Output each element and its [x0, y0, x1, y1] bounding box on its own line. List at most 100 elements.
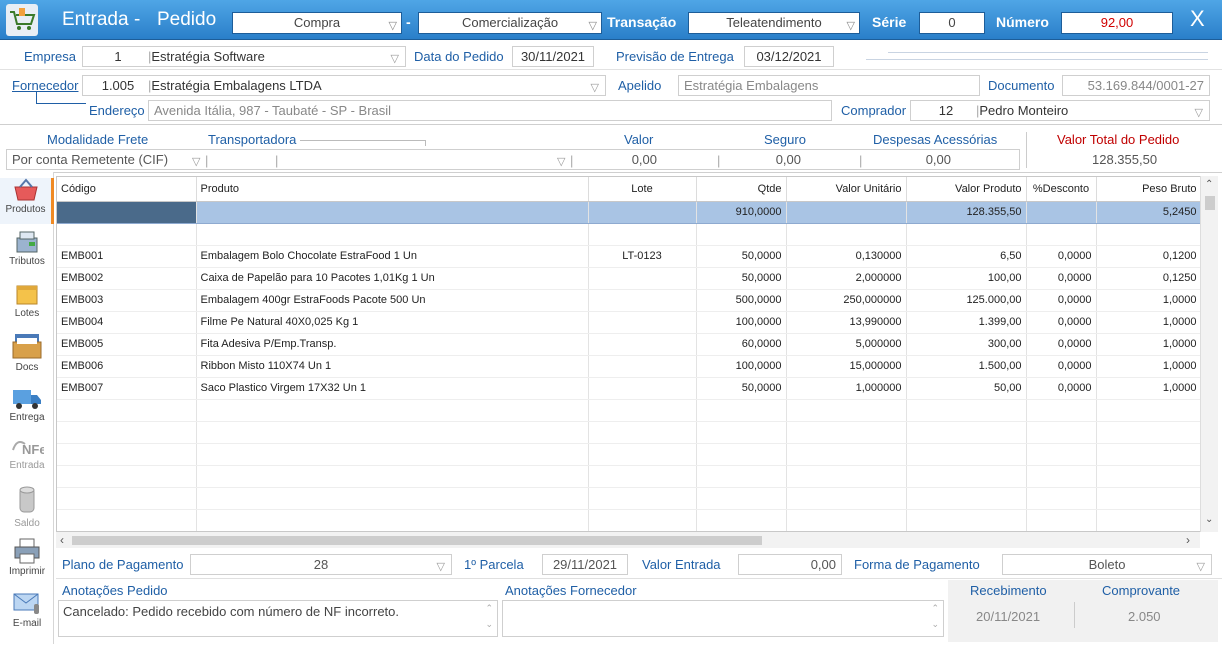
table-cell[interactable]: 1,0000: [1096, 377, 1202, 400]
column-header[interactable]: Código: [57, 177, 197, 202]
table-cell[interactable]: 0,0000: [1026, 245, 1097, 268]
table-cell[interactable]: 50,00: [906, 377, 1027, 400]
chevron-down-icon[interactable]: ⌄: [931, 619, 939, 630]
table-cell[interactable]: [1026, 509, 1097, 531]
table-cell[interactable]: [588, 355, 697, 378]
table-cell[interactable]: EMB007: [57, 377, 197, 400]
sidebar-item-lotes[interactable]: Lotes: [0, 282, 54, 328]
table-cell[interactable]: [57, 443, 197, 466]
table-cell[interactable]: 0,130000: [786, 245, 907, 268]
chevron-up-icon[interactable]: ⌃: [485, 603, 493, 614]
table-cell[interactable]: [196, 487, 589, 510]
anotacoes-pedido-textarea[interactable]: Cancelado: Pedido recebido com número de…: [58, 600, 498, 637]
comprador-field[interactable]: 12 |Pedro Monteiro ▽: [910, 100, 1210, 121]
table-cell[interactable]: [906, 487, 1027, 510]
table-cell[interactable]: [906, 509, 1027, 531]
table-cell[interactable]: [1096, 487, 1202, 510]
table-cell[interactable]: 1,0000: [1096, 355, 1202, 378]
table-cell[interactable]: 1.500,00: [906, 355, 1027, 378]
table-cell[interactable]: LT-0123: [588, 245, 697, 268]
table-cell[interactable]: 6,50: [906, 245, 1027, 268]
frete-field-row[interactable]: Por conta Remetente (CIF) ▽ | | ▽ | 0,00…: [6, 149, 1020, 170]
table-cell[interactable]: 60,0000: [696, 333, 787, 356]
table-cell[interactable]: [588, 421, 697, 444]
empty-row[interactable]: [57, 465, 1202, 488]
table-cell[interactable]: 0,0000: [1026, 333, 1097, 356]
table-row[interactable]: EMB001 Embalagem Bolo Chocolate EstraFood…: [57, 245, 1202, 268]
parcela-field[interactable]: 29/11/2021: [542, 554, 628, 575]
table-cell[interactable]: 1,000000: [786, 377, 907, 400]
table-cell[interactable]: 13,990000: [786, 311, 907, 334]
chevron-up-icon[interactable]: ⌃: [1205, 179, 1213, 190]
table-cell[interactable]: [588, 509, 697, 531]
table-cell[interactable]: [196, 399, 589, 422]
table-cell[interactable]: [196, 421, 589, 444]
table-cell[interactable]: [696, 465, 787, 488]
sidebar-item-entrada[interactable]: NFe Entrada: [0, 436, 54, 480]
table-cell[interactable]: Embalagem Bolo Chocolate EstraFood 1 Un: [196, 245, 589, 268]
endereco-field[interactable]: Avenida Itália, 987 - Taubaté - SP - Bra…: [148, 100, 832, 121]
table-cell[interactable]: 0,0000: [1026, 377, 1097, 400]
table-cell[interactable]: [196, 509, 589, 531]
column-header[interactable]: Lote: [588, 177, 697, 202]
horizontal-scrollbar[interactable]: ‹ ›: [56, 532, 1200, 548]
table-cell[interactable]: [906, 399, 1027, 422]
chevron-up-icon[interactable]: ⌃: [931, 603, 939, 614]
table-cell[interactable]: [1026, 443, 1097, 466]
table-row[interactable]: EMB003 Embalagem 400gr EstraFoods Pacote …: [57, 289, 1202, 312]
table-row[interactable]: EMB002 Caixa de Papelão para 10 Pacotes 1…: [57, 267, 1202, 290]
table-cell[interactable]: [786, 399, 907, 422]
table-cell[interactable]: [196, 465, 589, 488]
table-row[interactable]: EMB007 Saco Plastico Virgem 17X32 Un 1 50,…: [57, 377, 1202, 400]
numero-field[interactable]: 92,00: [1061, 12, 1173, 34]
table-cell[interactable]: Filme Pe Natural 40X0,025 Kg 1: [196, 311, 589, 334]
products-grid[interactable]: Código Produto Lote Qtde Valor Unitário …: [56, 176, 1218, 532]
column-header[interactable]: Valor Produto: [906, 177, 1027, 202]
sidebar-item-saldo[interactable]: Saldo: [0, 484, 54, 534]
table-cell[interactable]: [196, 443, 589, 466]
transacao-select[interactable]: Teleatendimento ▽: [688, 12, 860, 34]
table-cell[interactable]: Ribbon Misto 110X74 Un 1: [196, 355, 589, 378]
empty-row[interactable]: [57, 509, 1202, 531]
column-header[interactable]: Valor Unitário: [786, 177, 907, 202]
table-cell[interactable]: [1026, 421, 1097, 444]
table-cell[interactable]: 50,0000: [696, 267, 787, 290]
table-cell[interactable]: [1026, 465, 1097, 488]
empty-row[interactable]: [57, 487, 1202, 510]
table-cell[interactable]: [57, 509, 197, 531]
table-cell[interactable]: 15,000000: [786, 355, 907, 378]
table-row[interactable]: EMB006 Ribbon Misto 110X74 Un 1 100,0000 15…: [57, 355, 1202, 378]
chevron-down-icon[interactable]: ⌄: [485, 619, 493, 630]
table-cell[interactable]: [696, 399, 787, 422]
table-cell[interactable]: Caixa de Papelão para 10 Pacotes 1,01Kg …: [196, 267, 589, 290]
table-cell[interactable]: [588, 333, 697, 356]
compra-select[interactable]: Compra ▽: [232, 12, 402, 34]
data-pedido-field[interactable]: 30/11/2021: [512, 46, 594, 67]
table-cell[interactable]: [786, 443, 907, 466]
table-cell[interactable]: [906, 443, 1027, 466]
vertical-scrollbar[interactable]: ⌃ ⌄: [1200, 176, 1218, 532]
comercializacao-select[interactable]: Comercialização ▽: [418, 12, 602, 34]
table-cell[interactable]: [588, 267, 697, 290]
table-cell[interactable]: [906, 421, 1027, 444]
fornecedor-link[interactable]: Fornecedor: [12, 78, 78, 93]
table-cell[interactable]: [57, 421, 197, 444]
serie-field[interactable]: 0: [919, 12, 985, 34]
table-row[interactable]: EMB004 Filme Pe Natural 40X0,025 Kg 1 100,…: [57, 311, 1202, 334]
table-cell[interactable]: [696, 487, 787, 510]
table-cell[interactable]: [588, 487, 697, 510]
forma-select[interactable]: Boleto ▽: [1002, 554, 1212, 575]
table-cell[interactable]: [1096, 509, 1202, 531]
column-header[interactable]: Produto: [196, 177, 589, 202]
table-cell[interactable]: 0,0000: [1026, 289, 1097, 312]
table-cell[interactable]: 300,00: [906, 333, 1027, 356]
sidebar-item-email[interactable]: E-mail: [0, 590, 54, 638]
sidebar-item-produtos[interactable]: Produtos: [0, 178, 54, 224]
sidebar-item-imprimir[interactable]: Imprimir: [0, 538, 54, 584]
table-cell[interactable]: 1,0000: [1096, 333, 1202, 356]
table-cell[interactable]: 0,0000: [1026, 267, 1097, 290]
empty-row[interactable]: [57, 421, 1202, 444]
chevron-left-icon[interactable]: ‹: [60, 533, 64, 547]
table-cell[interactable]: 50,0000: [696, 377, 787, 400]
table-cell[interactable]: [786, 465, 907, 488]
